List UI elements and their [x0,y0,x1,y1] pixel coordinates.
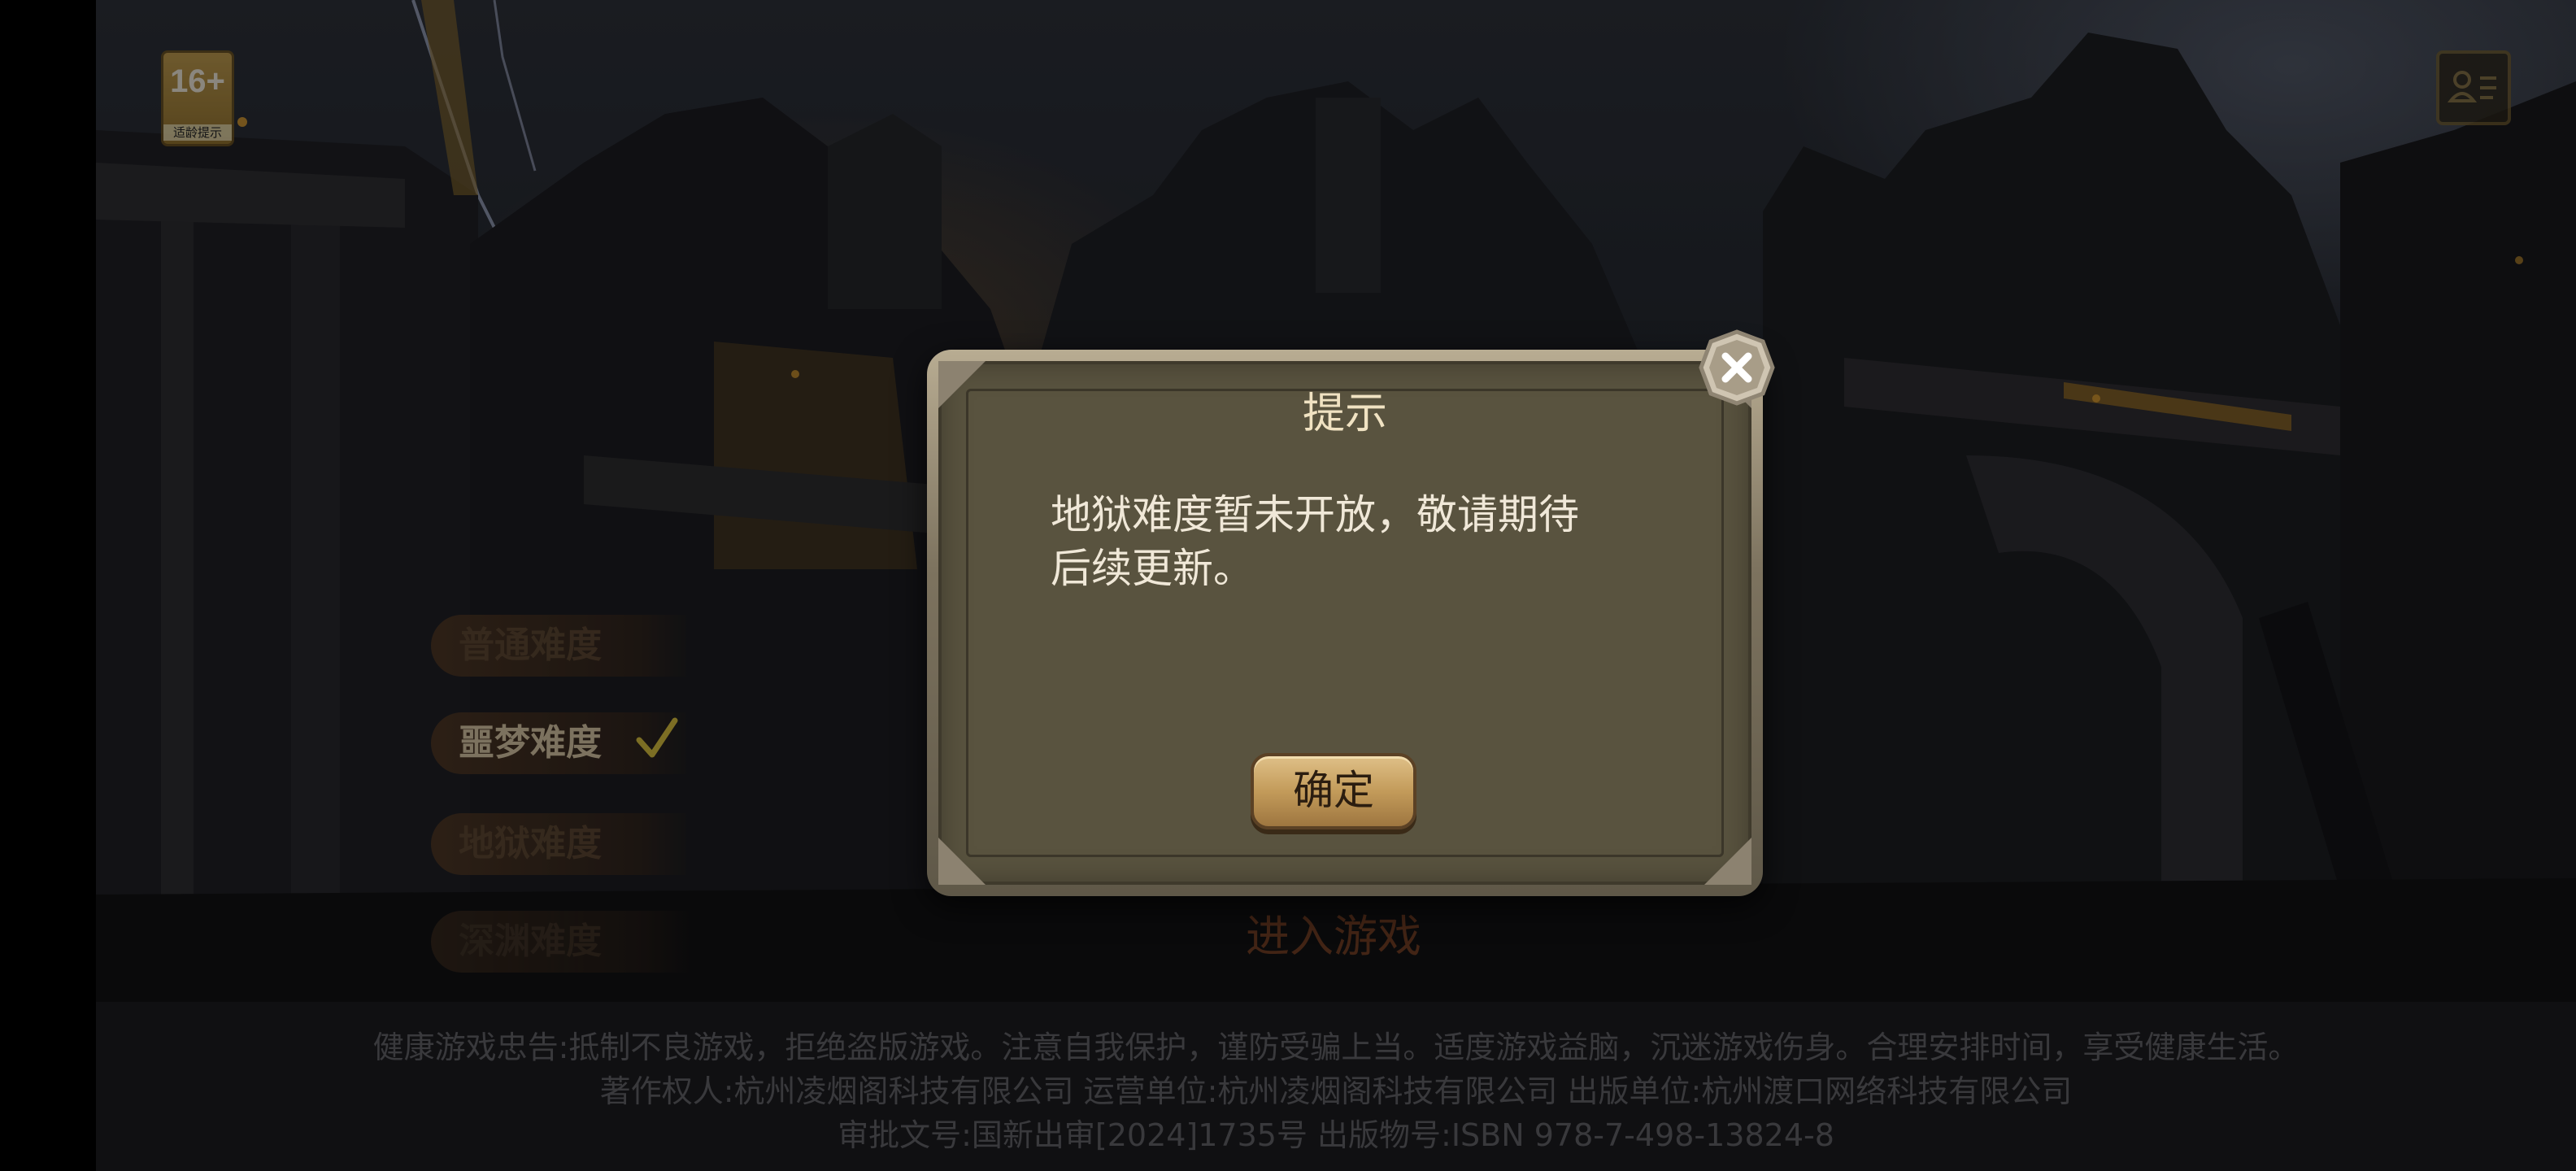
dialog-message-line: 地狱难度暂未开放，敬请期待 [1051,491,1579,538]
game-screen: 16+ 适龄提示 普通难度 噩梦难度 地狱难度 深渊难度 进入游戏 健康游戏忠告… [0,0,2576,1171]
dialog-message-line: 后续更新。 [1051,545,1254,592]
notice-dialog: 提示 地狱难度暂未开放，敬请期待 后续更新。 确定 [927,329,1775,896]
dialog-message: 地狱难度暂未开放，敬请期待 后续更新。 [1051,488,1636,595]
confirm-button[interactable]: 确定 [1251,753,1416,829]
dialog-title: 提示 [1302,390,1387,438]
corner-ornament-icon [1704,838,1751,885]
close-icon[interactable] [1698,329,1776,407]
corner-ornament-icon [938,838,986,885]
